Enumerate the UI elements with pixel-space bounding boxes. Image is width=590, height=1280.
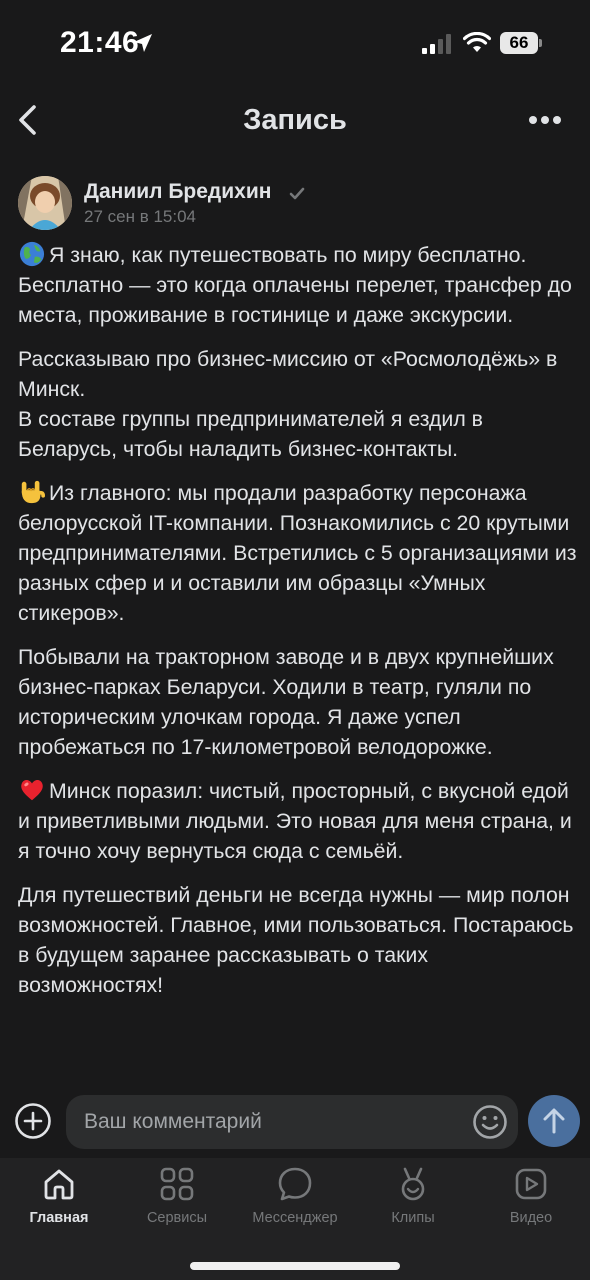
post-author: Даниил Бредихин 27 сен в 15:04 [18,176,578,236]
post-paragraph: Для путешествий деньги не всегда нужны —… [18,880,578,1000]
nav-label: Мессенджер [252,1210,338,1226]
nav-label: Клипы [391,1210,435,1226]
post-date: 27 сен в 15:04 [84,207,196,226]
post-paragraph: Из главного: мы продали разработку персо… [18,478,578,628]
paragraph-text: Рассказываю про бизнес-миссию от «Росмол… [18,347,558,461]
nav-item-video[interactable]: Видео [472,1158,590,1238]
post-paragraph: Минск поразил: чистый, просторный, с вку… [18,776,578,866]
comment-bar [0,1086,590,1158]
location-arrow-icon [134,34,152,52]
battery-icon: 66 [500,32,542,54]
page-title: Запись [243,104,347,136]
paragraph-text: Минск поразил: чистый, просторный, с вку… [18,779,572,863]
more-icon[interactable] [528,115,562,125]
paragraph-text: Для путешествий деньги не всегда нужны —… [18,883,574,997]
home-icon [44,1169,74,1200]
post-paragraph: Рассказываю про бизнес-миссию от «Росмол… [18,344,578,464]
send-button[interactable] [528,1095,580,1147]
nav-item-messenger[interactable]: Мессенджер [236,1158,354,1238]
paragraph-text: Я знаю, как путешествовать по миру беспл… [18,243,572,327]
paragraph-text: Побывали на тракторном заводе и в двух к… [18,645,554,759]
post-text: Я знаю, как путешествовать по миру беспл… [18,240,578,1086]
home-indicator [190,1262,400,1270]
status-time: 21:46 [60,26,140,59]
globe-emoji-icon [19,241,45,267]
add-attachment-icon[interactable] [14,1102,52,1140]
comment-input[interactable] [66,1095,518,1149]
messenger-icon [278,1167,312,1201]
clips-icon [401,1167,425,1201]
rock-hand-emoji-icon [21,480,45,504]
nav-label: Главная [29,1210,89,1226]
nav-item-clips[interactable]: Клипы [354,1158,472,1238]
paragraph-text: Из главного: мы продали разработку персо… [18,481,577,625]
heart-emoji-icon [21,780,43,801]
header: Запись [0,90,590,152]
emoji-picker-icon[interactable] [472,1104,508,1140]
wifi-icon [463,32,491,52]
nav-item-services[interactable]: Сервисы [118,1158,236,1238]
cellular-signal-icon [422,34,451,54]
video-icon [515,1168,547,1200]
nav-label: Видео [509,1210,553,1226]
post-paragraph: Я знаю, как путешествовать по миру беспл… [18,240,578,330]
services-icon [160,1167,194,1201]
battery-level: 66 [500,32,538,54]
verified-icon [289,187,305,200]
nav-label: Сервисы [146,1210,208,1226]
nav-item-home[interactable]: Главная [0,1158,118,1238]
status-bar: 21:46 66 [0,0,590,90]
avatar[interactable] [18,176,72,230]
bottom-navigation: Главная Сервисы Мессенджер Клипы Видео [0,1158,590,1280]
author-name[interactable]: Даниил Бредихин [84,180,271,204]
post-paragraph: Побывали на тракторном заводе и в двух к… [18,642,578,762]
arrow-up-icon [543,1108,565,1134]
